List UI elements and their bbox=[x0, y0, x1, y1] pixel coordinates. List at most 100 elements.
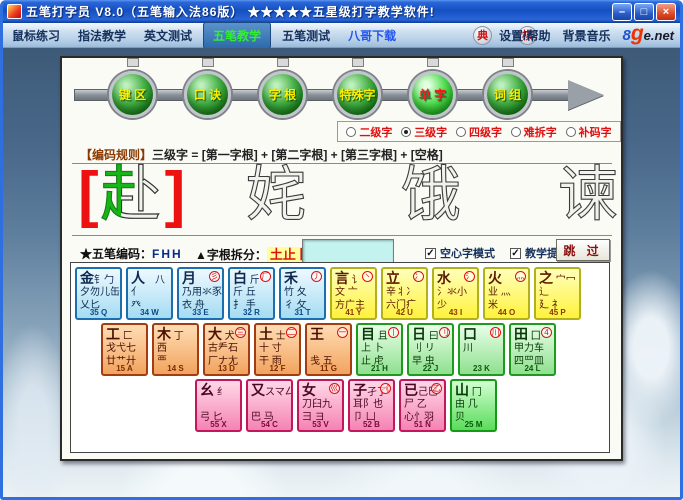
stroke-mark-icon: 丶 bbox=[362, 271, 373, 282]
key-F[interactable]: 二土 士十 寸干 雨12 F bbox=[254, 323, 301, 376]
key-code-label: 13 D bbox=[205, 364, 248, 374]
key-radicals-line: 山 冂 bbox=[455, 382, 492, 399]
key-U[interactable]: 冫立辛丬冫六门疒42 U bbox=[381, 267, 428, 320]
key-D[interactable]: 三大 犬古龵石厂ナ尢13 D bbox=[203, 323, 250, 376]
level-option-4[interactable]: 难拆字 bbox=[511, 124, 557, 140]
wubi-code-label: ★五笔编码：FHH bbox=[80, 245, 183, 262]
nav-step-tab bbox=[502, 58, 514, 67]
close-button[interactable]: × bbox=[656, 3, 676, 21]
stroke-mark-icon: 冫 bbox=[413, 271, 424, 282]
key-code-label: 52 B bbox=[350, 420, 393, 430]
key-E[interactable]: 彡月乃用氺豕衣 舟33 E bbox=[177, 267, 224, 320]
nav-step-1[interactable]: 键 区 bbox=[109, 71, 156, 118]
stroke-mark-icon: ⺁ bbox=[260, 271, 271, 282]
key-B[interactable]: 《子孑了耳阝也卩 凵52 B bbox=[348, 379, 395, 432]
key-code-label: 21 H bbox=[358, 364, 401, 374]
key-X[interactable]: 幺 纟 弓 匕55 X bbox=[195, 379, 242, 432]
key-radicals-line: 古龵石 bbox=[208, 343, 245, 355]
nav-step-6[interactable]: 词 组 bbox=[484, 71, 531, 118]
nav-step-label: 口 诀 bbox=[194, 86, 221, 103]
key-code-label: 12 F bbox=[256, 364, 299, 374]
menu-item-2[interactable]: 指法教学 bbox=[69, 23, 135, 48]
level-option-label: 二级字 bbox=[359, 124, 392, 140]
key-S[interactable]: 木 丁西覀14 S bbox=[152, 323, 199, 376]
round-button-1[interactable]: 典 bbox=[473, 26, 492, 45]
radio-icon[interactable] bbox=[511, 127, 521, 137]
level-option-1[interactable]: 二级字 bbox=[346, 124, 392, 140]
checkbox-checkmark-icon[interactable]: ✓ bbox=[510, 248, 521, 259]
nav-step-tab bbox=[202, 58, 214, 67]
key-T[interactable]: 丿禾竹 夂彳 攵31 T bbox=[279, 267, 326, 320]
key-H[interactable]: 丨目 且上 卜止 虍21 H bbox=[356, 323, 403, 376]
radio-icon[interactable] bbox=[456, 127, 466, 137]
key-code-label: 24 L bbox=[511, 364, 554, 374]
level-option-2[interactable]: 三级字 bbox=[401, 124, 447, 140]
menu-item-3[interactable]: 英文测试 bbox=[135, 23, 201, 48]
key-G[interactable]: 一王 戋 五11 G bbox=[305, 323, 352, 376]
stroke-mark-icon: 乙 bbox=[431, 383, 442, 394]
key-O[interactable]: 灬火业 灬米44 O bbox=[483, 267, 530, 320]
key-radicals-line: 尸 乙 bbox=[404, 399, 441, 411]
menu-item-4[interactable]: 五笔教学 bbox=[203, 22, 271, 49]
level-option-3[interactable]: 四级字 bbox=[456, 124, 502, 140]
level-option-5[interactable]: 补码字 bbox=[566, 124, 612, 140]
menu-item-5[interactable]: 五笔测试 bbox=[273, 23, 339, 48]
key-M[interactable]: 山 冂由 几贝25 M bbox=[450, 379, 497, 432]
level-option-label: 难拆字 bbox=[524, 124, 557, 140]
key-W[interactable]: 人 八亻癶34 W bbox=[126, 267, 173, 320]
key-C[interactable]: 又スマ厶 巴 马54 C bbox=[246, 379, 293, 432]
key-V[interactable]: 巛女刀臼九彐 ヨ53 V bbox=[297, 379, 344, 432]
stroke-mark-icon: 二 bbox=[286, 327, 297, 338]
key-radicals-line: 又スマ厶 bbox=[251, 382, 288, 399]
wubi-code-value: FHH bbox=[152, 247, 183, 261]
key-code-label: 44 O bbox=[485, 308, 528, 318]
hollow-mode-checkbox[interactable]: ✓ 空心字模式 bbox=[425, 245, 495, 261]
key-code-label: 31 T bbox=[281, 308, 324, 318]
nav-step-5[interactable]: 单 字 bbox=[409, 71, 456, 118]
key-R[interactable]: ⺁白 斤斤 丘扌 手32 R bbox=[228, 267, 275, 320]
background-music-link[interactable]: 背景音乐 bbox=[562, 27, 610, 44]
key-Q[interactable]: 金钅勹夕勿儿缶乂匕35 Q bbox=[75, 267, 122, 320]
stroke-mark-icon: 丨 bbox=[388, 327, 399, 338]
key-A[interactable]: 工 匚戈弋七廿艹廾15 A bbox=[101, 323, 148, 376]
menu-items: 鼠标练习指法教学英文测试五笔教学五笔测试八哥下载 bbox=[3, 23, 405, 47]
key-K[interactable]: 川口川 23 K bbox=[458, 323, 505, 376]
radio-icon[interactable] bbox=[346, 127, 356, 137]
key-radicals-line bbox=[310, 343, 347, 355]
key-J[interactable]: 刂日 曰刂 リ早 虫22 J bbox=[407, 323, 454, 376]
key-P[interactable]: 之 宀冖辶廴 礻45 P bbox=[534, 267, 581, 320]
stroke-mark-icon: 彡 bbox=[209, 271, 220, 282]
key-radicals-line: 辛丬冫 bbox=[386, 287, 423, 299]
nav-step-2[interactable]: 口 诀 bbox=[184, 71, 231, 118]
nav-step-tab bbox=[352, 58, 364, 67]
key-I[interactable]: 氵水氵氺小少43 I bbox=[432, 267, 479, 320]
checkbox-checkmark-icon[interactable]: ✓ bbox=[425, 248, 436, 259]
nav-step-4[interactable]: 特殊字 bbox=[334, 71, 381, 118]
key-Y[interactable]: 丶言 讠文 亠方广主41 Y bbox=[330, 267, 377, 320]
maximize-button[interactable]: □ bbox=[634, 3, 654, 21]
settings-help-link[interactable]: 设置/帮助 bbox=[499, 27, 550, 44]
nav-step-3[interactable]: 字 根 bbox=[259, 71, 306, 118]
key-L[interactable]: 4田 囗甲力车四罒皿24 L bbox=[509, 323, 556, 376]
key-radicals-line: 人 八 bbox=[131, 270, 168, 287]
stroke-mark-icon: 灬 bbox=[515, 271, 526, 282]
radio-icon[interactable] bbox=[401, 127, 411, 137]
menu-item-6[interactable]: 八哥下载 bbox=[339, 23, 405, 48]
key-radicals-line: 乃用氺豕 bbox=[182, 287, 219, 299]
key-code-label: 14 S bbox=[154, 364, 197, 374]
key-code-label: 15 A bbox=[103, 364, 146, 374]
typing-input[interactable] bbox=[302, 239, 394, 264]
key-code-label: 32 R bbox=[230, 308, 273, 318]
key-code-label: 25 M bbox=[452, 420, 495, 430]
menu-item-1[interactable]: 鼠标练习 bbox=[3, 23, 69, 48]
site-logo: 8ge.net bbox=[622, 26, 674, 44]
key-code-label: 22 J bbox=[409, 364, 452, 374]
key-code-label: 34 W bbox=[128, 308, 171, 318]
key-radicals-line: 戈弋七 bbox=[106, 343, 143, 355]
key-N[interactable]: 乙已己巳尸 乙心忄羽51 N bbox=[399, 379, 446, 432]
skip-button[interactable]: 跳 过 bbox=[556, 239, 610, 261]
key-code-label: 54 C bbox=[248, 420, 291, 430]
radio-icon[interactable] bbox=[566, 127, 576, 137]
key-code-label: 53 V bbox=[299, 420, 342, 430]
minimize-button[interactable]: – bbox=[612, 3, 632, 21]
